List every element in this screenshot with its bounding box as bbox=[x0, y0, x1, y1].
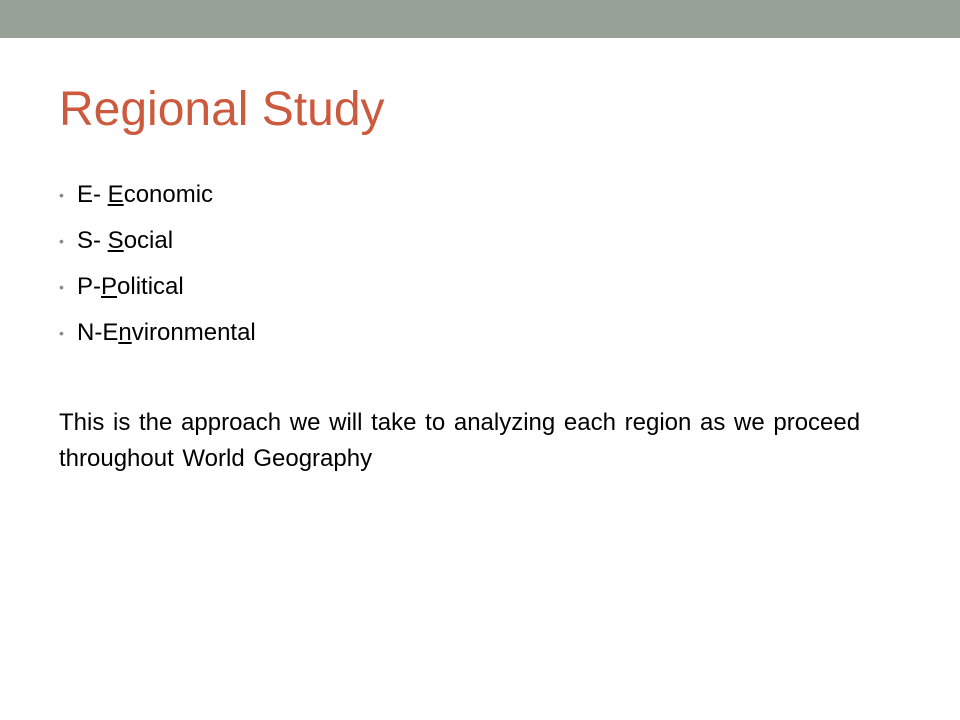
bullet-dot-icon: • bbox=[59, 279, 64, 295]
bullet-item-environmental: • N-Environmental bbox=[59, 310, 256, 356]
bullet-suffix: olitical bbox=[117, 273, 184, 300]
bullet-suffix: ocial bbox=[123, 227, 174, 254]
bullet-underlined-letter: S bbox=[107, 227, 124, 254]
bullet-dot-icon: • bbox=[59, 325, 64, 341]
top-accent-bar bbox=[0, 0, 960, 38]
bullet-underlined-letter: n bbox=[118, 319, 132, 346]
slide-title: Regional Study bbox=[59, 83, 385, 136]
bullet-item-economic: • E- Economic bbox=[59, 172, 256, 218]
bullet-underlined-letter: E bbox=[107, 181, 124, 208]
slide: Regional Study • E- Economic • S- Social •… bbox=[0, 0, 960, 720]
bullet-item-social: • S- Social bbox=[59, 218, 256, 264]
bullet-underlined-letter: P bbox=[101, 273, 118, 300]
bullet-item-political: • P-Political bbox=[59, 264, 256, 310]
bullet-dot-icon: • bbox=[59, 187, 64, 203]
bullet-suffix: conomic bbox=[123, 181, 214, 208]
bullet-prefix: E- bbox=[77, 181, 108, 208]
bullet-dot-icon: • bbox=[59, 233, 64, 249]
bullet-list: • E- Economic • S- Social • P-Political • N-… bbox=[59, 172, 256, 356]
bullet-prefix: S- bbox=[77, 227, 108, 254]
body-paragraph: This is the approach we will take to ana… bbox=[59, 409, 861, 472]
bullet-suffix: vironmental bbox=[131, 319, 256, 346]
bullet-prefix: N-E bbox=[77, 319, 119, 346]
bullet-prefix: P- bbox=[77, 273, 101, 300]
